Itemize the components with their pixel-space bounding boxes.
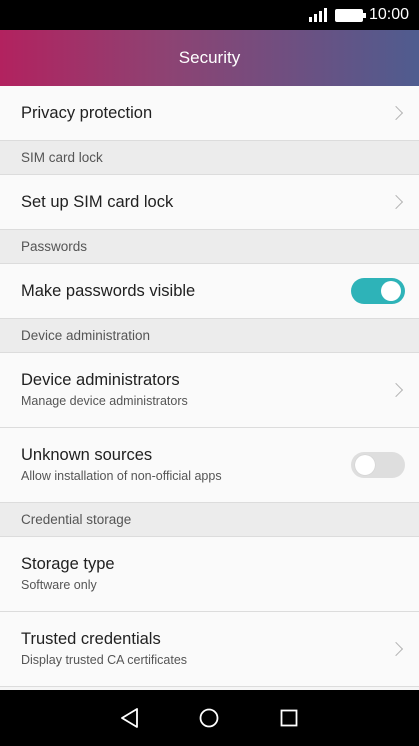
page-title: Security bbox=[178, 48, 241, 67]
toggle-knob bbox=[381, 281, 401, 301]
sim-lock-label: Set up SIM card lock bbox=[21, 192, 174, 211]
storage-type-label: Storage type bbox=[21, 555, 115, 573]
passwords-visible-label: Make passwords visible bbox=[21, 281, 196, 300]
battery-icon bbox=[334, 8, 366, 22]
status-time: 10:00 bbox=[368, 6, 409, 23]
signal-icon bbox=[308, 8, 329, 22]
status-bar: 10:00 bbox=[0, 0, 419, 30]
passwords-visible-item[interactable]: Make passwords visible bbox=[0, 264, 419, 319]
privacy-protection-item[interactable]: Privacy protection bbox=[0, 86, 419, 141]
recents-icon[interactable] bbox=[269, 698, 309, 738]
section-header-sim: SIM card lock bbox=[0, 141, 419, 175]
settings-list: Privacy protection SIM card lock Set up … bbox=[0, 86, 419, 690]
back-icon[interactable] bbox=[110, 698, 150, 738]
navigation-bar bbox=[0, 690, 419, 746]
privacy-protection-label: Privacy protection bbox=[21, 103, 153, 122]
app-bar: Security bbox=[0, 30, 419, 86]
passwords-visible-toggle[interactable] bbox=[351, 278, 405, 304]
device-administrators-label: Device administrators bbox=[21, 371, 180, 389]
storage-type-summary: Software only bbox=[21, 578, 97, 592]
unknown-sources-toggle[interactable] bbox=[351, 452, 405, 478]
home-icon[interactable] bbox=[189, 698, 229, 738]
chevron-right-icon bbox=[388, 194, 404, 210]
chevron-right-icon bbox=[388, 105, 404, 121]
trusted-credentials-summary: Display trusted CA certificates bbox=[21, 653, 188, 667]
toggle-knob bbox=[355, 455, 375, 475]
unknown-sources-item[interactable]: Unknown sources Allow installation of no… bbox=[0, 428, 419, 503]
trusted-credentials-item[interactable]: Trusted credentials Display trusted CA c… bbox=[0, 612, 419, 687]
section-header-passwords: Passwords bbox=[0, 230, 419, 264]
device-administrators-item[interactable]: Device administrators Manage device admi… bbox=[0, 353, 419, 428]
trusted-credentials-label: Trusted credentials bbox=[21, 630, 161, 648]
sim-lock-item[interactable]: Set up SIM card lock bbox=[0, 175, 419, 230]
section-header-credential-storage: Credential storage bbox=[0, 503, 419, 537]
device-administrators-summary: Manage device administrators bbox=[21, 394, 188, 408]
storage-type-item[interactable]: Storage type Software only bbox=[0, 537, 419, 612]
section-header-device-admin: Device administration bbox=[0, 319, 419, 353]
